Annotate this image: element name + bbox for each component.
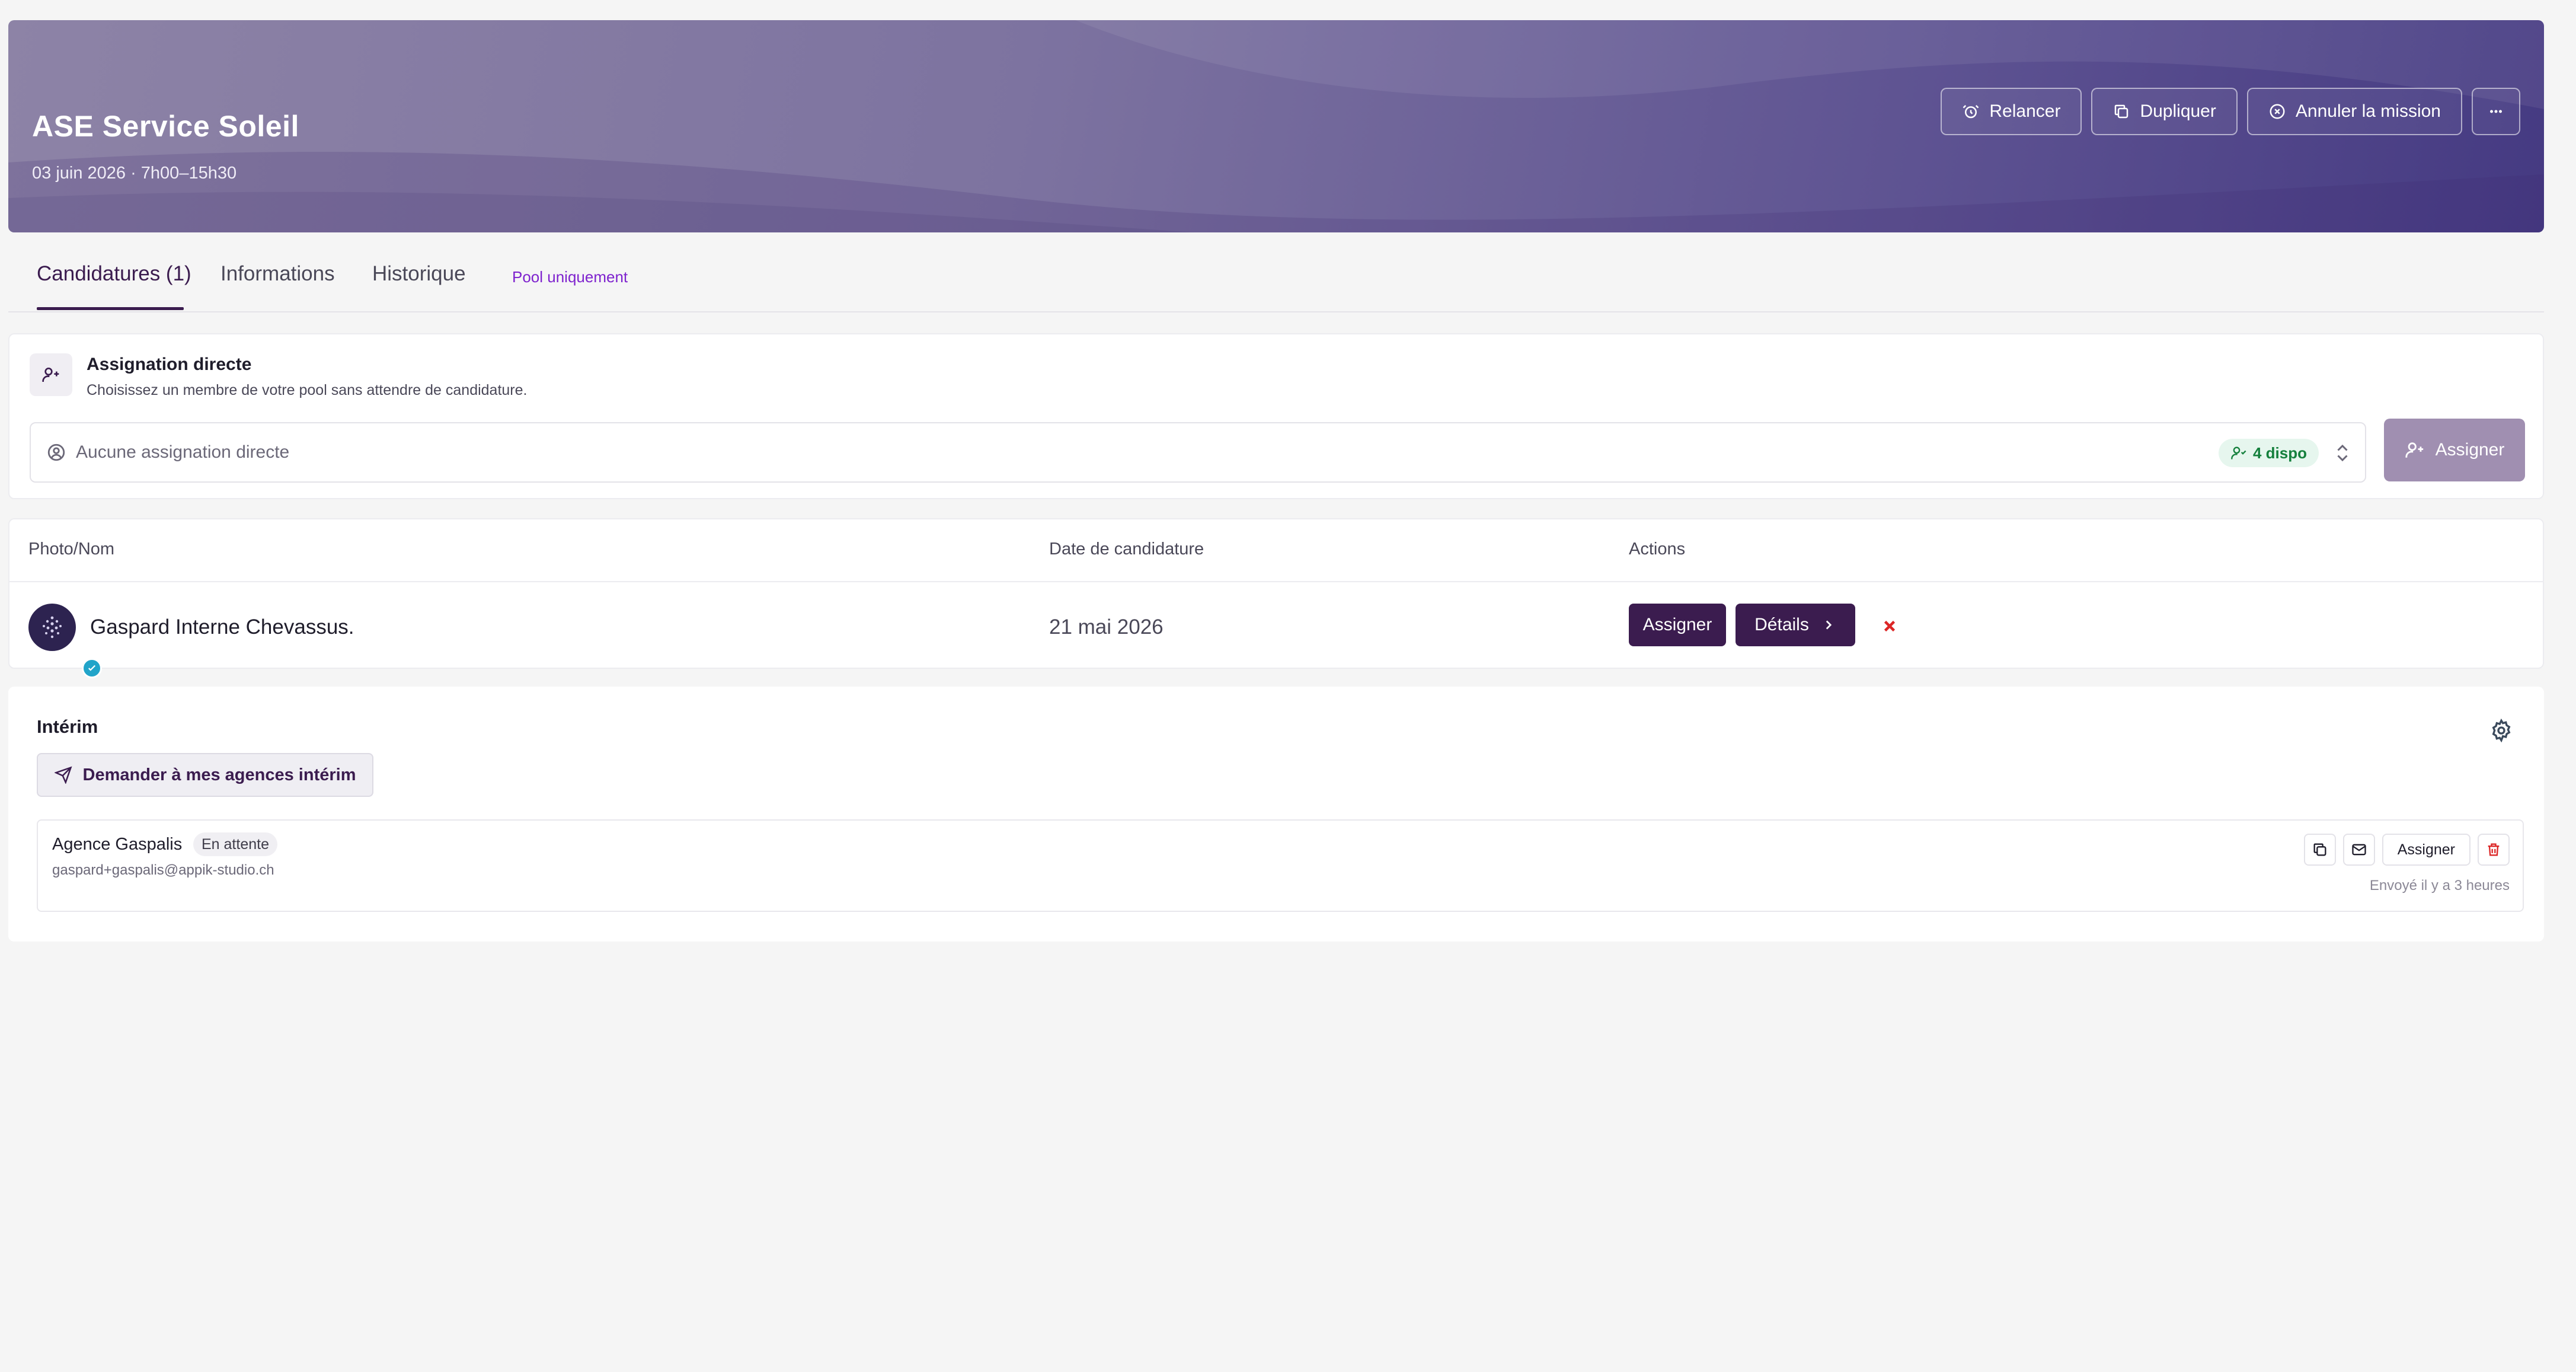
candidate-details-label: Détails (1754, 615, 1809, 634)
chevron-right-icon (1826, 620, 1832, 630)
assign-candidate-label: Assigner (1642, 615, 1712, 634)
mission-header: ASE Service Soleil 03 juin 2026 · 7h00–1… (8, 20, 2544, 232)
cancel-mission-label: Annuler la mission (2295, 101, 2441, 121)
available-count-label: 4 dispo (2252, 443, 2307, 462)
agency-email: gaspard+gaspalis@appik-studio.ch (52, 862, 274, 878)
ellipsis-icon (2490, 110, 2502, 113)
tab-candidatures[interactable]: Candidatures (1) (37, 262, 191, 286)
cancel-mission-button[interactable]: Annuler la mission (2246, 88, 2462, 135)
send-icon (54, 766, 72, 784)
request-interim-agencies-button[interactable]: Demander à mes agences intérim (37, 753, 373, 797)
mission-datetime: 03 juin 2026 · 7h00–15h30 (32, 164, 237, 183)
assign-agency-button[interactable]: Assigner (2382, 834, 2470, 866)
interim-card: Intérim Demander à mes agences intérim A… (8, 687, 2544, 942)
column-header-photo-name: Photo/Nom (28, 540, 115, 559)
direct-assign-button[interactable]: Assigner (2384, 419, 2525, 481)
direct-assign-label: Assigner (2435, 440, 2505, 460)
avatar-pattern-icon (43, 616, 62, 639)
agency-status-badge: En attente (193, 832, 277, 856)
column-header-actions: Actions (1629, 540, 1686, 559)
relancer-button[interactable]: Relancer (1941, 88, 2082, 135)
active-tab-indicator (37, 307, 184, 310)
copy-agency-button[interactable] (2303, 834, 2336, 866)
candidate-date: 21 mai 2026 (1049, 615, 1164, 639)
close-icon (1884, 620, 1896, 632)
tab-informations[interactable]: Informations (220, 262, 335, 286)
agency-sent-time: Envoyé il y a 3 heures (2369, 878, 2510, 894)
mail-icon (2352, 844, 2366, 856)
candidate-name: Gaspard Interne Chevassus. (90, 615, 354, 639)
user-check-icon (2231, 446, 2246, 460)
copy-icon (2313, 843, 2326, 856)
candidates-table: Photo/Nom Date de candidature Actions Ga… (8, 518, 2544, 678)
circle-x-icon (2270, 104, 2285, 119)
select-placeholder: Aucune assignation directe (76, 442, 290, 462)
chevrons-up-down-icon (2337, 444, 2348, 462)
mission-tabs: Candidatures (1) Informations Historique… (8, 232, 2544, 312)
avatar (28, 604, 102, 678)
more-options-button[interactable] (2472, 88, 2520, 135)
mission-title: ASE Service Soleil (32, 110, 299, 143)
interim-title: Intérim (37, 716, 98, 737)
column-header-date: Date de candidature (1049, 540, 1204, 559)
pool-member-select[interactable]: Aucune assignation directe 4 dispo (30, 422, 2366, 483)
tab-historique[interactable]: Historique (372, 262, 466, 286)
dupliquer-label: Dupliquer (2140, 101, 2216, 121)
delete-agency-button[interactable] (2478, 834, 2510, 866)
assign-candidate-button[interactable]: Assigner (1629, 604, 1726, 646)
direct-assignment-title: Assignation directe (87, 355, 252, 374)
reject-candidate-button[interactable] (1879, 615, 1900, 637)
interim-settings-button[interactable] (2489, 718, 2513, 743)
candidate-details-button[interactable]: Détails (1736, 604, 1855, 646)
request-interim-label: Demander à mes agences intérim (82, 765, 356, 784)
pool-only-tag: Pool uniquement (512, 268, 628, 286)
user-plus-icon (2405, 442, 2423, 458)
copy-icon (2115, 104, 2128, 119)
verified-badge-icon (82, 658, 102, 678)
trash-icon (2488, 843, 2500, 856)
gear-icon (2492, 718, 2511, 743)
user-plus-icon (30, 353, 72, 396)
table-row: Gaspard Interne Chevassus. 21 mai 2026 A… (9, 582, 2543, 678)
email-agency-button[interactable] (2342, 834, 2375, 866)
dupliquer-button[interactable]: Dupliquer (2091, 88, 2238, 135)
alarm-clock-icon (1963, 105, 1979, 119)
agency-name: Agence Gaspalis (52, 835, 183, 854)
available-count-badge: 4 dispo (2218, 439, 2319, 467)
direct-assignment-description: Choisissez un membre de votre pool sans … (87, 382, 528, 398)
agency-item: Agence Gaspalis En attente gaspard+gaspa… (37, 819, 2524, 912)
relancer-label: Relancer (1989, 101, 2061, 121)
direct-assignment-card: Assignation directe Choisissez un membre… (8, 333, 2544, 499)
user-circle-icon (47, 443, 65, 461)
